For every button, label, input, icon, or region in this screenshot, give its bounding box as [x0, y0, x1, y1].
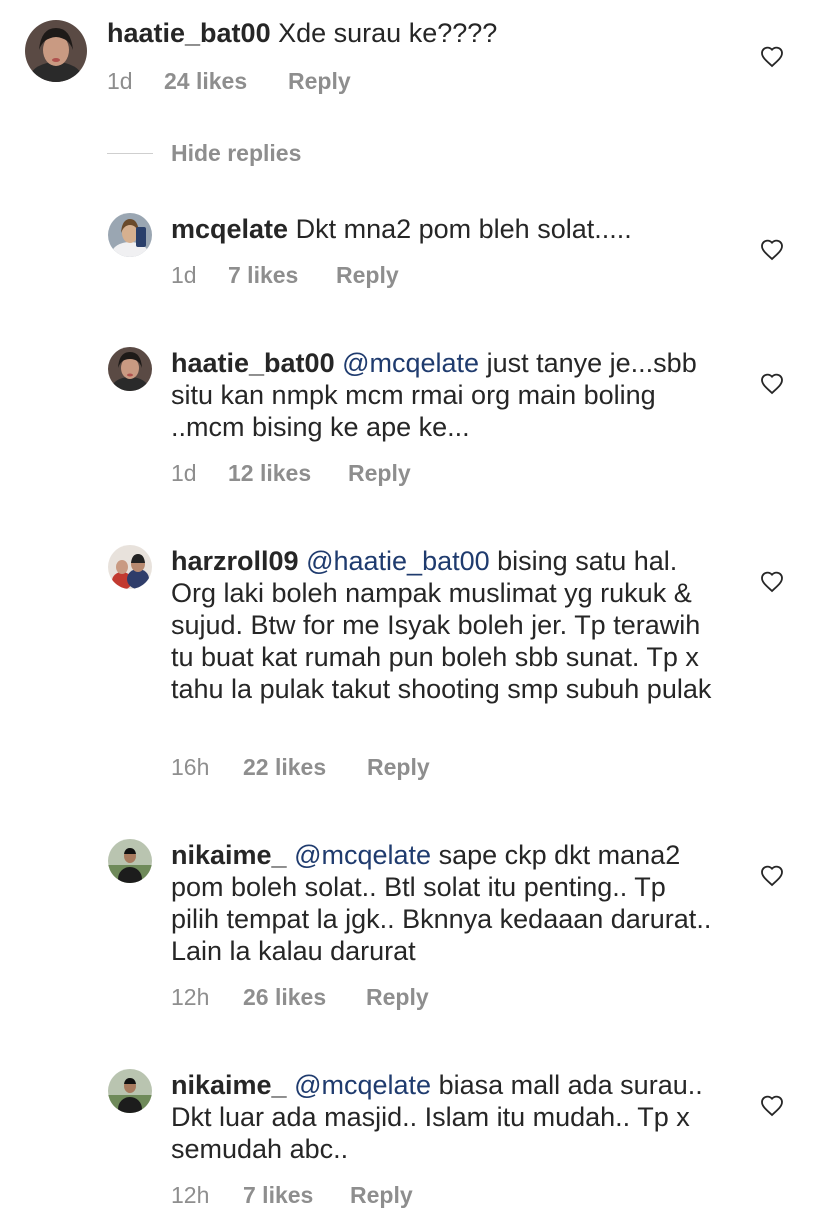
reply-username[interactable]: mcqelate [171, 214, 288, 244]
avatar-image [108, 839, 152, 883]
hide-replies-divider [107, 153, 153, 154]
comment-time: 1d [107, 68, 133, 94]
reply-button[interactable]: Reply [336, 262, 399, 289]
reply-body: Dkt mna2 pom bleh solat..... [295, 214, 632, 244]
reply-likes[interactable]: 7 likes [243, 1182, 313, 1209]
reply-text: harzroll09 @haatie_bat00 bising satu hal… [171, 545, 716, 705]
avatar[interactable] [25, 20, 87, 82]
heart-outline-icon[interactable] [760, 864, 784, 888]
reply-likes[interactable]: 7 likes [228, 262, 298, 289]
reply-mention[interactable]: @haatie_bat00 [306, 546, 490, 576]
reply-likes[interactable]: 22 likes [243, 754, 326, 781]
heart-outline-icon[interactable] [760, 570, 784, 594]
heart-outline-icon[interactable] [760, 238, 784, 262]
comment-username[interactable]: haatie_bat00 [107, 18, 271, 48]
avatar[interactable] [108, 545, 152, 589]
avatar-image [108, 213, 152, 257]
reply-button[interactable]: Reply [348, 460, 411, 487]
reply-button[interactable]: Reply [366, 984, 429, 1011]
reply-text: nikaime_ @mcqelate sape ckp dkt mana2 po… [171, 839, 716, 967]
avatar-image [25, 20, 87, 82]
reply-time: 12h [171, 1182, 210, 1208]
reply-username[interactable]: nikaime_ [171, 840, 287, 870]
reply-button[interactable]: Reply [350, 1182, 413, 1209]
reply-time: 1d [171, 460, 197, 486]
comment-likes[interactable]: 24 likes [164, 68, 247, 95]
reply-text: nikaime_ @mcqelate biasa mall ada surau.… [171, 1069, 716, 1165]
avatar[interactable] [108, 213, 152, 257]
reply-username[interactable]: nikaime_ [171, 1070, 287, 1100]
reply-text: mcqelate Dkt mna2 pom bleh solat..... [171, 213, 716, 245]
reply-likes[interactable]: 26 likes [243, 984, 326, 1011]
avatar[interactable] [108, 839, 152, 883]
hide-replies-label: Hide replies [171, 140, 302, 166]
reply-button[interactable]: Reply [367, 754, 430, 781]
comment-body: Xde surau ke???? [278, 18, 498, 48]
avatar-image [108, 545, 152, 589]
reply-username[interactable]: harzroll09 [171, 546, 299, 576]
reply-button[interactable]: Reply [288, 68, 351, 95]
avatar-image [108, 1069, 152, 1113]
heart-outline-icon[interactable] [760, 372, 784, 396]
heart-outline-icon[interactable] [760, 1094, 784, 1118]
reply-mention[interactable]: @mcqelate [294, 1070, 431, 1100]
avatar-image [108, 347, 152, 391]
reply-time: 16h [171, 754, 210, 780]
avatar[interactable] [108, 1069, 152, 1113]
reply-likes[interactable]: 12 likes [228, 460, 311, 487]
heart-outline-icon[interactable] [760, 45, 784, 69]
reply-mention[interactable]: @mcqelate [342, 348, 479, 378]
reply-time: 1d [171, 262, 197, 288]
reply-time: 12h [171, 984, 210, 1010]
reply-username[interactable]: haatie_bat00 [171, 348, 335, 378]
reply-text: haatie_bat00 @mcqelate just tanye je...s… [171, 347, 716, 443]
avatar[interactable] [108, 347, 152, 391]
reply-mention[interactable]: @mcqelate [294, 840, 431, 870]
comment-text: haatie_bat00 Xde surau ke???? [107, 17, 652, 49]
